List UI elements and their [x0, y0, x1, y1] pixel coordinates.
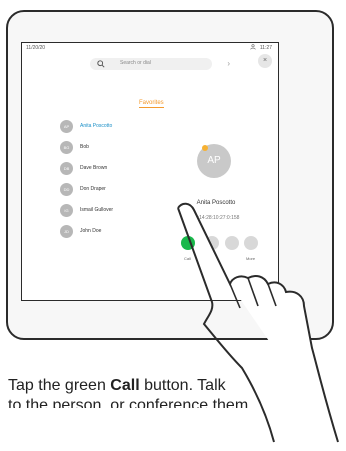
instruction-line-2: to the person, or conference them: [8, 397, 249, 408]
list-item[interactable]: BG Bob: [60, 141, 160, 155]
more-button[interactable]: [244, 236, 258, 250]
instruction-text: button. Talk: [139, 377, 226, 394]
avatar: DD: [60, 183, 73, 196]
contact-detail-name: Anita Poscotto: [196, 200, 236, 206]
list-item[interactable]: DD Don Draper: [60, 183, 160, 197]
close-button[interactable]: ×: [258, 54, 272, 68]
avatar: BG: [60, 141, 73, 154]
call-button[interactable]: [181, 236, 195, 250]
more-label: More: [246, 256, 256, 261]
instruction-line-1: Tap the green Call button. Talk: [8, 376, 308, 396]
tab-favorites[interactable]: Favorites: [139, 100, 164, 108]
status-time: 11:27: [259, 45, 272, 51]
contact-name: Ismail Gullover: [80, 207, 114, 213]
instruction-text: Tap the green: [8, 377, 111, 394]
device-illustration: 11/20/20 11:27 Search or dial › × Favori…: [6, 10, 334, 340]
avatar: JD: [60, 225, 73, 238]
search-placeholder: Search or dial: [120, 60, 151, 66]
search-icon: [97, 60, 105, 68]
search-bar[interactable]: Search or dial ›: [90, 58, 230, 70]
chevron-right-icon: ›: [227, 59, 230, 68]
action-button[interactable]: [225, 236, 239, 250]
avatar: IG: [60, 204, 73, 217]
list-item[interactable]: DB Dave Brown: [60, 162, 160, 176]
contact-name: Dave Brown: [80, 165, 108, 171]
avatar: DB: [60, 162, 73, 175]
contact-name: Don Draper: [80, 186, 106, 192]
list-item[interactable]: JD John Doe: [60, 225, 160, 239]
call-emphasis: Call: [110, 377, 140, 394]
list-item[interactable]: IG Ismail Gullover: [60, 204, 160, 218]
status-date: 11/20/20: [26, 45, 46, 51]
avatar: AP: [60, 120, 73, 133]
person-icon: [250, 44, 256, 50]
contact-detail-address: 11:14:28:10:27:0:158: [192, 215, 240, 221]
action-button[interactable]: [205, 236, 219, 250]
contact-name: Anita Poscotto: [80, 123, 113, 129]
device-screen: 11/20/20 11:27 Search or dial › × Favori…: [21, 42, 279, 301]
call-label: Call: [184, 256, 191, 261]
contact-name: Bob: [80, 144, 89, 150]
contact-name: John Doe: [80, 228, 102, 234]
list-item[interactable]: AP Anita Poscotto: [60, 120, 160, 134]
favorite-badge: [202, 145, 208, 151]
